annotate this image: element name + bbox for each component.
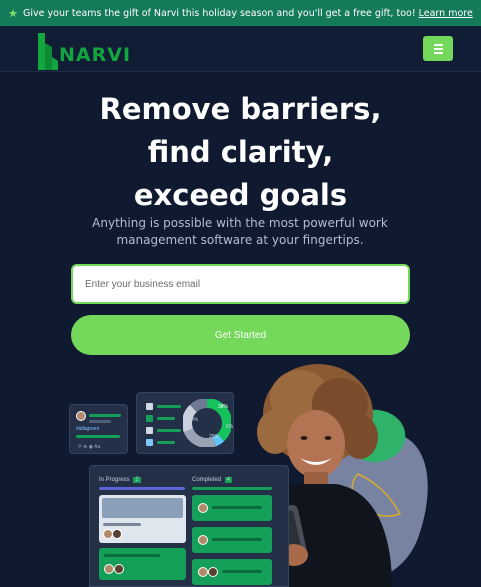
donut-label-6: 6%: [226, 424, 234, 430]
task-card: [192, 527, 272, 553]
get-started-button[interactable]: Get Started: [71, 315, 410, 355]
task-card: [99, 548, 186, 580]
donut-label-19: 19%: [188, 417, 199, 423]
task-card: [192, 495, 272, 521]
hero-illustration: #allagreen ⚲ ⊕ ◉ Aa 38% 19% 25% 6% In Pr…: [0, 362, 481, 587]
profile-card-label: #allagreen: [76, 426, 100, 432]
narvi-logo[interactable]: NARVI: [36, 29, 152, 71]
logo-wordmark: NARVI: [59, 44, 132, 66]
hamburger-menu-icon: [433, 43, 443, 46]
donut-chart-card: 38% 19% 25% 6%: [136, 392, 234, 454]
task-card: [192, 559, 272, 585]
donut-label-38: 38%: [218, 404, 229, 410]
hero-subtitle: Anything is possible with the most power…: [92, 216, 388, 247]
profile-card-icons: ⚲ ⊕ ◉ Aa: [78, 444, 101, 450]
profile-card: #allagreen ⚲ ⊕ ◉ Aa: [69, 404, 128, 454]
kanban-in-progress-label: In Progress 2: [99, 477, 141, 483]
email-field[interactable]: [73, 266, 408, 302]
task-card-image: [99, 495, 186, 543]
hero-title: Remove barriers, find clarity, exceed go…: [99, 92, 382, 212]
avatar: [76, 411, 86, 421]
promo-message: Give your teams the gift of Narvi this h…: [23, 7, 416, 19]
promo-banner: ★ Give your teams the gift of Narvi this…: [0, 0, 481, 26]
email-field-wrapper: [71, 264, 410, 304]
star-icon: ★: [8, 6, 19, 20]
donut-label-25: 25%: [209, 434, 220, 440]
kanban-board: In Progress 2 Completed 4: [89, 465, 289, 587]
menu-button[interactable]: [423, 36, 453, 61]
learn-more-link[interactable]: Learn more: [419, 8, 473, 19]
kanban-completed-label: Completed 4: [192, 477, 233, 483]
site-header: NARVI: [0, 26, 481, 72]
